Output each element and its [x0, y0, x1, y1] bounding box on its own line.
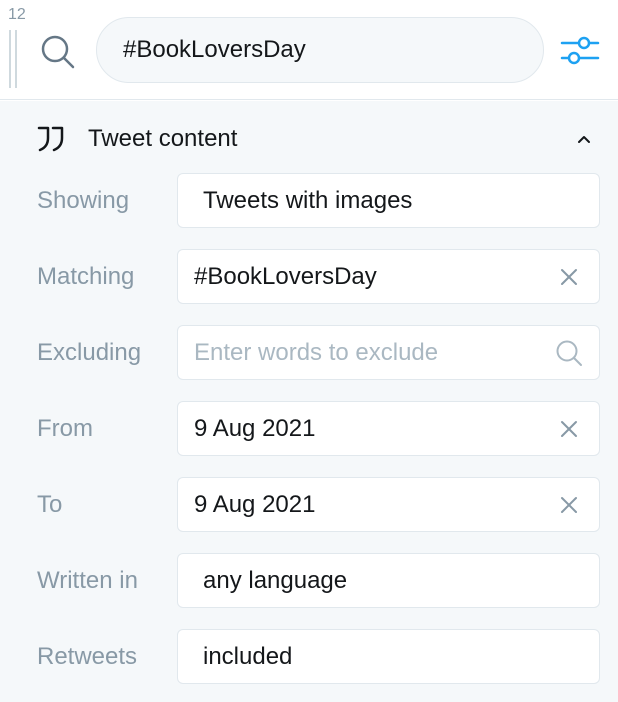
search-input[interactable]: #BookLoversDay — [96, 17, 544, 83]
retweets-value: included — [203, 642, 293, 670]
written-in-label: Written in — [37, 567, 138, 594]
row-showing: Showing Tweets with images — [0, 173, 618, 229]
to-date-input[interactable]: 9 Aug 2021 — [177, 477, 600, 532]
row-retweets: Retweets included — [0, 629, 618, 685]
showing-value: Tweets with images — [203, 186, 413, 214]
search-icon — [555, 339, 583, 367]
from-label: From — [37, 415, 93, 442]
row-from: From 9 Aug 2021 — [0, 401, 618, 457]
to-label: To — [37, 491, 63, 518]
quote-icon — [36, 124, 66, 154]
drag-handle[interactable] — [9, 30, 17, 88]
language-select[interactable]: any language — [177, 553, 600, 608]
filter-sliders-icon[interactable] — [558, 30, 602, 70]
to-value: 9 Aug 2021 — [194, 490, 316, 518]
language-value: any language — [203, 566, 348, 594]
search-icon[interactable] — [38, 32, 78, 72]
row-matching: Matching #BookLoversDay — [0, 249, 618, 305]
search-input-value: #BookLoversDay — [123, 36, 306, 63]
filter-panel: Tweet content Showing Tweets with images… — [0, 101, 618, 702]
clear-icon[interactable] — [555, 263, 583, 291]
matching-label: Matching — [37, 263, 135, 290]
matching-value: #BookLoversDay — [194, 262, 377, 290]
retweets-label: Retweets — [37, 643, 138, 670]
showing-select[interactable]: Tweets with images — [177, 173, 600, 228]
excluding-input[interactable]: Enter words to exclude — [177, 325, 600, 380]
section-header-tweet-content[interactable]: Tweet content — [36, 121, 602, 157]
from-date-input[interactable]: 9 Aug 2021 — [177, 401, 600, 456]
row-to: To 9 Aug 2021 — [0, 477, 618, 533]
row-excluding: Excluding Enter words to exclude — [0, 325, 618, 381]
excluding-label: Excluding — [37, 339, 142, 366]
chevron-up-icon[interactable] — [572, 127, 596, 151]
showing-label: Showing — [37, 187, 130, 214]
clear-icon[interactable] — [555, 491, 583, 519]
column-number: 12 — [8, 6, 26, 23]
row-written-in: Written in any language — [0, 553, 618, 609]
section-title: Tweet content — [88, 125, 238, 152]
excluding-placeholder: Enter words to exclude — [194, 338, 439, 366]
clear-icon[interactable] — [555, 415, 583, 443]
column-header: 12 #BookLoversDay — [0, 0, 618, 100]
from-value: 9 Aug 2021 — [194, 414, 316, 442]
retweets-select[interactable]: included — [177, 629, 600, 684]
matching-input[interactable]: #BookLoversDay — [177, 249, 600, 304]
